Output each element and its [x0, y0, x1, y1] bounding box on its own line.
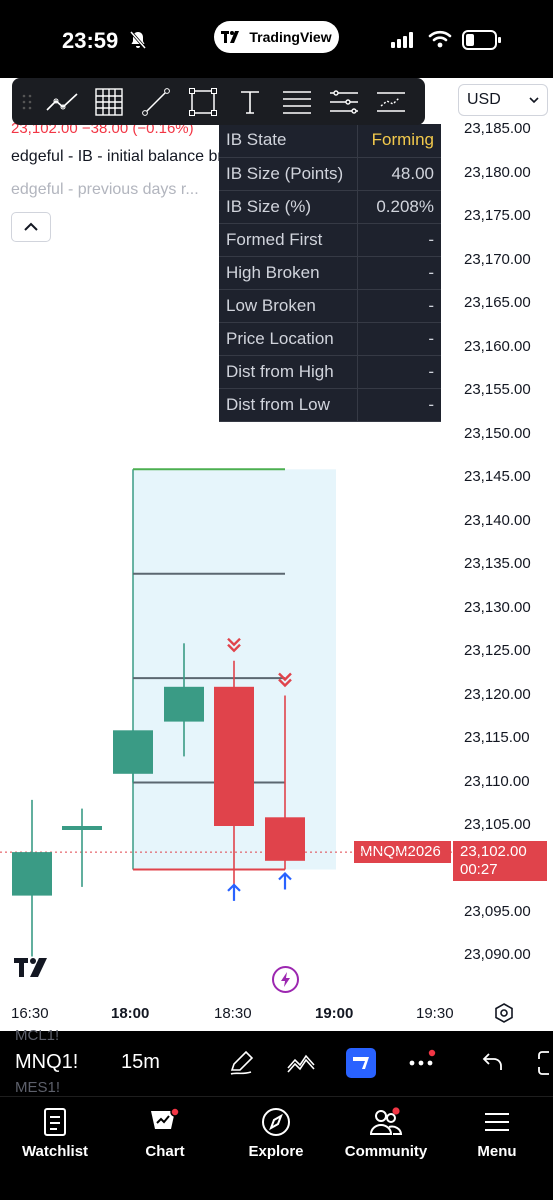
ib-row-label: IB Size (%) — [219, 190, 357, 224]
ib-row-value: - — [356, 322, 441, 356]
ib-row-label: Dist from Low — [219, 388, 357, 422]
ib-row-label: IB Size (Points) — [219, 157, 357, 191]
ib-row-label: High Broken — [219, 256, 357, 290]
ib-stats-table: IB State Forming IB Size (Points) 48.00 IB… — [219, 124, 441, 422]
pattern-icon[interactable] — [367, 78, 414, 125]
ib-row-label: Dist from High — [219, 355, 357, 389]
signal-icon — [391, 32, 413, 48]
nav-label: Menu — [477, 1143, 517, 1160]
nav-chart[interactable]: Chart — [110, 1107, 220, 1160]
nav-label: Chart — [145, 1143, 185, 1160]
drag-handle-icon[interactable] — [16, 87, 38, 117]
bottom-nav: Watchlist Chart Explore Community Menu — [0, 1096, 553, 1200]
nav-explore[interactable]: Explore — [221, 1107, 331, 1160]
candle-body — [12, 852, 52, 896]
ib-row-label: Price Location — [219, 322, 357, 356]
nav-community[interactable]: Community — [331, 1107, 441, 1160]
ib-row-value: - — [356, 223, 441, 257]
table-row: Dist from Low - — [219, 388, 441, 422]
ib-row-value: - — [356, 355, 441, 389]
symbol-toolbar: MCL1! MNQ1! MES1! 15m — [0, 1027, 553, 1096]
tv-logo-icon — [221, 31, 240, 43]
long-position-icon[interactable] — [273, 78, 320, 125]
ib-row-value: - — [356, 388, 441, 422]
table-row: IB Size (Points) 48.00 — [219, 157, 441, 191]
tv-apps-icon[interactable] — [346, 1048, 376, 1078]
nav-watchlist[interactable]: Watchlist — [0, 1107, 110, 1160]
nav-label: Watchlist — [21, 1143, 89, 1160]
nav-label: Community — [344, 1143, 428, 1160]
watchlist-icon — [44, 1108, 66, 1136]
candle-body — [62, 826, 102, 830]
symbol-ghost-next: MES1! — [15, 1079, 61, 1096]
text-icon[interactable] — [226, 78, 273, 125]
ib-row-value: - — [356, 289, 441, 323]
symbol-picker[interactable]: MNQ1! — [15, 1051, 78, 1074]
ib-row-value: 0.208% — [356, 190, 441, 224]
compass-icon — [262, 1108, 290, 1136]
buy-signal-arrow-icon — [278, 871, 292, 890]
pencil-icon[interactable] — [228, 1050, 254, 1076]
community-icon — [369, 1107, 403, 1135]
wifi-icon — [428, 30, 452, 48]
fullscreen-icon[interactable] — [537, 1050, 553, 1076]
candle-body — [164, 686, 204, 722]
table-row: Dist from High - — [219, 355, 441, 389]
line-icon[interactable] — [132, 78, 179, 125]
grid-icon[interactable] — [85, 78, 132, 125]
more-icon[interactable] — [407, 1048, 437, 1078]
ib-row-label: Low Broken — [219, 289, 357, 323]
status-bar: 23:59 TradingView — [0, 0, 553, 78]
table-row: IB State Forming — [219, 124, 441, 158]
chart-area[interactable]: 23,102.00 −38.00 (−0.16%) edgeful - IB -… — [0, 78, 553, 1031]
status-time: 23:59 — [62, 28, 119, 53]
tradingview-pill[interactable]: TradingView — [214, 21, 339, 53]
candle-body — [113, 730, 153, 774]
candle-body — [265, 817, 305, 861]
candle-body — [214, 686, 254, 826]
fib-icon[interactable] — [320, 78, 367, 125]
trend-line-icon[interactable] — [38, 78, 85, 125]
nav-menu[interactable]: Menu — [442, 1107, 552, 1160]
nav-label: Explore — [248, 1143, 304, 1160]
interval-picker[interactable]: 15m — [121, 1051, 160, 1074]
battery-icon — [462, 30, 501, 50]
bell-slash-icon — [129, 31, 147, 49]
ib-row-value: 48.00 — [356, 157, 441, 191]
table-row: Formed First - — [219, 223, 441, 257]
ib-row-value: Forming — [356, 124, 441, 158]
buy-signal-arrow-icon — [227, 883, 241, 901]
chart-icon — [151, 1107, 180, 1129]
undo-icon[interactable] — [482, 1050, 504, 1074]
menu-icon — [485, 1113, 509, 1131]
ib-row-label: IB State — [219, 124, 357, 158]
ib-row-label: Formed First — [219, 223, 357, 257]
ib-row-value: - — [356, 256, 441, 290]
rectangle-icon[interactable] — [179, 78, 226, 125]
tv-pill-label: TradingView — [249, 29, 332, 45]
indicators-icon[interactable] — [286, 1050, 316, 1076]
table-row: IB Size (%) 0.208% — [219, 190, 441, 224]
table-row: High Broken - — [219, 256, 441, 290]
table-row: Price Location - — [219, 322, 441, 356]
drawing-toolbar — [12, 78, 425, 125]
table-row: Low Broken - — [219, 289, 441, 323]
